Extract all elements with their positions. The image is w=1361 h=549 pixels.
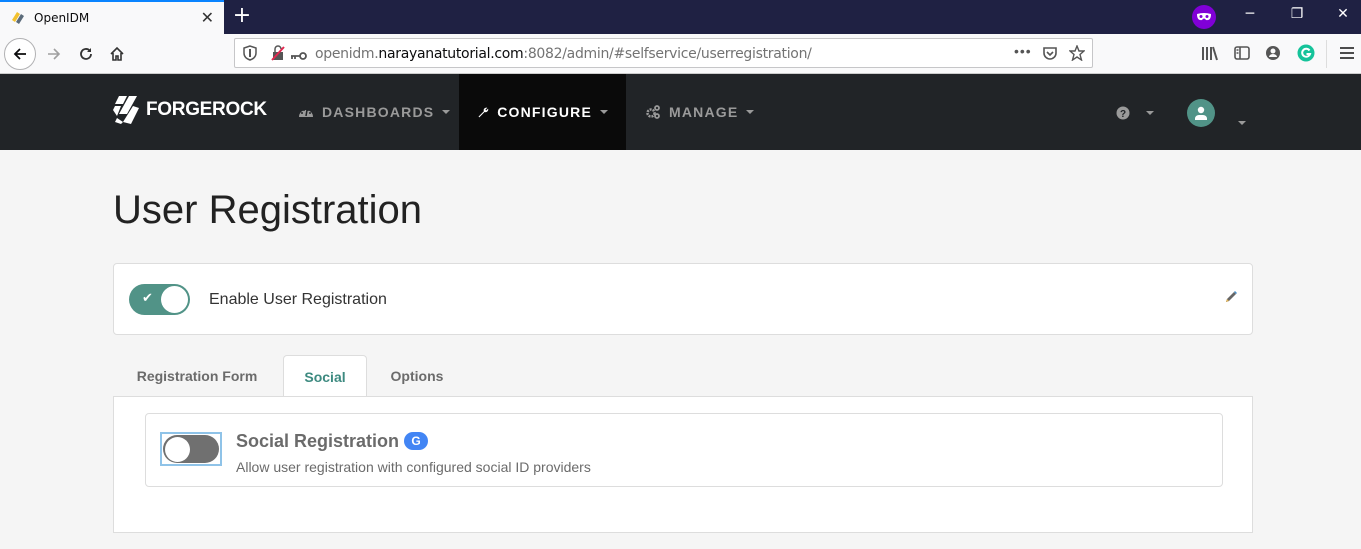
tab-options[interactable]: Options bbox=[371, 355, 463, 397]
social-registration-toggle[interactable] bbox=[160, 432, 222, 466]
caret-down-icon bbox=[1238, 121, 1246, 125]
forgerock-logo-icon bbox=[113, 96, 139, 124]
forgerock-logo[interactable]: FORGEROCK bbox=[113, 94, 267, 126]
menu-label: CONFIGURE bbox=[497, 104, 592, 120]
dashboard-icon bbox=[299, 109, 313, 117]
wrench-icon bbox=[478, 107, 489, 118]
brand-name: FORGEROCK bbox=[146, 99, 267, 120]
account-icon[interactable] bbox=[1263, 43, 1283, 63]
url-text[interactable]: openidm.narayanatutorial.com:8082/admin/… bbox=[315, 46, 812, 62]
social-registration-card: Social Registration G Allow user registr… bbox=[145, 413, 1223, 487]
tab-registration-form[interactable]: Registration Form bbox=[113, 355, 281, 397]
gears-icon bbox=[646, 105, 660, 119]
close-window-button[interactable]: ✕ bbox=[1333, 6, 1353, 22]
hamburger-menu-icon[interactable] bbox=[1337, 43, 1357, 63]
grammarly-icon[interactable] bbox=[1296, 43, 1316, 63]
insecure-lock-icon[interactable] bbox=[271, 45, 285, 66]
close-tab-icon[interactable]: ✕ bbox=[201, 8, 214, 28]
restore-button[interactable]: ❐ bbox=[1287, 6, 1307, 22]
private-browsing-icon bbox=[1192, 5, 1216, 29]
openidm-favicon-icon bbox=[10, 10, 26, 26]
social-registration-title: Social Registration bbox=[236, 431, 400, 451]
user-icon bbox=[1195, 106, 1207, 120]
menu-manage[interactable]: MANAGE bbox=[627, 74, 772, 150]
tracking-shield-icon[interactable] bbox=[243, 45, 257, 66]
menu-label: MANAGE bbox=[669, 104, 739, 120]
menu-dashboards[interactable]: DASHBOARDS bbox=[280, 74, 468, 150]
google-badge-icon: G bbox=[404, 432, 428, 450]
check-icon: ✔ bbox=[142, 291, 153, 306]
caret-down-icon bbox=[746, 110, 755, 114]
url-path: :8082/admin/#selfservice/userregistratio… bbox=[523, 46, 812, 62]
svg-text:?: ? bbox=[1120, 109, 1126, 120]
home-button[interactable] bbox=[101, 38, 133, 70]
bookmark-star-icon[interactable] bbox=[1068, 44, 1086, 66]
page-actions-icon[interactable]: ••• bbox=[1014, 43, 1032, 59]
help-icon: ? bbox=[1116, 106, 1130, 120]
menu-label: DASHBOARDS bbox=[322, 104, 435, 120]
social-tab-content: Social Registration G Allow user registr… bbox=[113, 396, 1253, 533]
enable-registration-label: Enable User Registration bbox=[209, 291, 387, 308]
toolbar-divider bbox=[1326, 40, 1327, 68]
avatar[interactable] bbox=[1187, 99, 1215, 127]
social-registration-description: Allow user registration with configured … bbox=[236, 459, 591, 475]
url-bar[interactable]: openidm.narayanatutorial.com:8082/admin/… bbox=[234, 38, 1093, 68]
back-button[interactable] bbox=[4, 38, 36, 70]
user-menu-caret[interactable] bbox=[1230, 112, 1246, 130]
pocket-icon[interactable] bbox=[1042, 45, 1058, 66]
caret-down-icon bbox=[1146, 111, 1154, 115]
home-icon bbox=[110, 46, 124, 61]
help-menu[interactable]: ? bbox=[1116, 106, 1154, 120]
url-subdomain: openidm. bbox=[315, 46, 379, 62]
enable-registration-toggle[interactable]: ✔ bbox=[129, 284, 190, 315]
url-domain: narayanatutorial.com bbox=[378, 46, 524, 62]
browser-tab[interactable]: OpenIDM ✕ bbox=[0, 0, 224, 34]
forward-arrow-icon bbox=[48, 48, 61, 60]
toggle-track bbox=[163, 435, 219, 463]
browser-toolbar: openidm.narayanatutorial.com:8082/admin/… bbox=[0, 34, 1361, 74]
enable-registration-panel: ✔ Enable User Registration bbox=[113, 263, 1253, 335]
minimize-button[interactable]: ─ bbox=[1240, 6, 1260, 22]
new-tab-button[interactable]: + bbox=[232, 4, 252, 28]
app-navbar: FORGEROCK DASHBOARDS CONFIGURE MANAGE ? bbox=[0, 74, 1361, 150]
caret-down-icon bbox=[600, 110, 608, 114]
caret-down-icon bbox=[442, 110, 451, 114]
tab-title: OpenIDM bbox=[34, 11, 90, 25]
forward-button[interactable] bbox=[38, 38, 70, 70]
sidebar-icon[interactable] bbox=[1232, 43, 1252, 63]
reload-icon bbox=[80, 48, 92, 60]
tab-social[interactable]: Social bbox=[283, 355, 367, 398]
browser-titlebar: OpenIDM ✕ + ─ ❐ ✕ bbox=[0, 0, 1361, 34]
reload-button[interactable] bbox=[70, 38, 102, 70]
key-icon[interactable] bbox=[290, 48, 308, 66]
menu-configure[interactable]: CONFIGURE bbox=[459, 74, 626, 150]
toggle-knob bbox=[161, 286, 188, 313]
library-icon[interactable] bbox=[1200, 43, 1220, 63]
pencil-icon[interactable] bbox=[1224, 290, 1238, 309]
toggle-knob bbox=[165, 437, 190, 462]
back-arrow-icon bbox=[13, 48, 26, 60]
page-title: User Registration bbox=[113, 188, 423, 232]
